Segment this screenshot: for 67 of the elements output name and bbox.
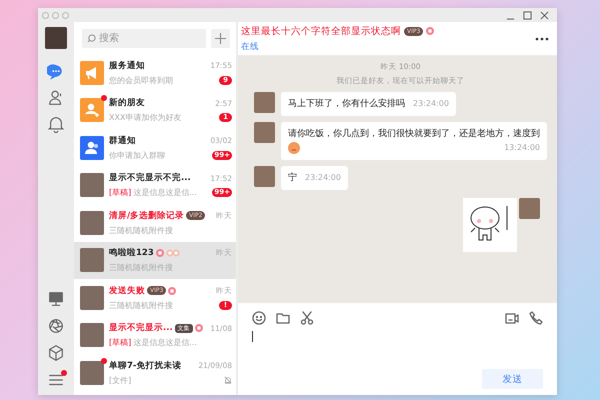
online-status: 在线	[241, 40, 260, 52]
message-preview: 这是信息这是信...	[133, 337, 197, 348]
avatar-placeholder	[80, 286, 104, 310]
message-time: 13:24:00	[503, 142, 540, 154]
medal-icon	[426, 27, 434, 35]
monitor-nav[interactable]	[47, 290, 65, 308]
search-field[interactable]: 搜索	[82, 29, 206, 48]
message-text: 请你吃饭，你几点到，我们很快就要到了，还是老地方，速度到	[288, 128, 540, 141]
group-icon	[80, 136, 104, 160]
contact-name: 显示不完显示不完...	[109, 172, 191, 184]
medal-pair-icon	[166, 249, 180, 258]
contact-name: 群通知	[109, 134, 136, 147]
folder-icon[interactable]	[276, 311, 290, 325]
monitor-icon	[47, 290, 65, 308]
emoji-icon[interactable]	[252, 311, 266, 325]
video-call-icon[interactable]	[505, 311, 519, 325]
aperture-nav[interactable]	[47, 317, 65, 335]
medal-icon	[194, 324, 203, 332]
plus-icon	[215, 33, 226, 44]
medal-icon	[156, 249, 164, 258]
cube-nav[interactable]	[47, 344, 65, 362]
message-preview: XXX申请加你为好友	[109, 112, 182, 124]
draft-label: [草稿]	[109, 187, 132, 198]
message-preview: 这是信息这是信...	[133, 187, 197, 198]
message-preview: [文件]	[109, 374, 132, 386]
contact-name: 发送失败	[109, 284, 145, 297]
message-preview: 您的会员即将到期	[109, 74, 173, 86]
avatar-placeholder	[254, 92, 275, 113]
message-time: 23:24:00	[304, 172, 341, 184]
chat-title: 这里最长十六个字符全部显示状态啊	[241, 24, 401, 38]
avatar-placeholder	[80, 173, 104, 198]
phone-icon[interactable]	[529, 311, 543, 325]
avatar-placeholder	[80, 248, 104, 272]
cube-icon	[47, 344, 65, 362]
contact-name: 鸣啦啦123	[109, 247, 154, 260]
contact-name: 清屏/多选删除记录	[109, 210, 184, 222]
scissors-icon[interactable]	[300, 311, 314, 325]
send-button[interactable]: 发送	[482, 369, 543, 389]
add-person-icon	[80, 98, 104, 122]
contact-name: 单聊7-免打扰未读	[109, 360, 182, 372]
medal-icon	[168, 286, 176, 295]
avatar-placeholder	[254, 122, 275, 143]
draft-label: [草稿]	[109, 337, 132, 348]
message-text: 宁	[288, 172, 297, 185]
message-preview: 三随机随机附件搜	[109, 224, 173, 236]
avatar-placeholder	[80, 210, 104, 235]
message-preview: 你申请加入群聊	[109, 150, 165, 161]
contact-name: 显示不完显示...	[109, 322, 173, 334]
search-icon	[87, 34, 96, 43]
avatar-placeholder	[80, 323, 104, 348]
message-preview: 三随机随机附件搜	[109, 300, 173, 311]
avatar-placeholder	[254, 166, 275, 187]
bell-nav[interactable]	[47, 115, 65, 133]
bell-icon	[47, 115, 65, 133]
add-button[interactable]	[211, 29, 230, 48]
message-preview: 三随机随机附件搜	[109, 262, 173, 274]
avatar-placeholder	[80, 360, 104, 385]
contact-name: 新的朋友	[109, 97, 145, 110]
avatar-placeholder	[519, 198, 540, 219]
close-icon[interactable]	[540, 10, 549, 20]
message-time: 23:24:00	[412, 98, 449, 110]
message-text: 马上下班了，你有什么安排吗	[288, 98, 405, 111]
more-icon[interactable]	[535, 36, 549, 42]
megaphone-icon	[80, 60, 104, 85]
contact-name: 服务通知	[109, 60, 145, 72]
aperture-icon	[47, 317, 65, 335]
maximize-icon[interactable]	[523, 10, 532, 20]
